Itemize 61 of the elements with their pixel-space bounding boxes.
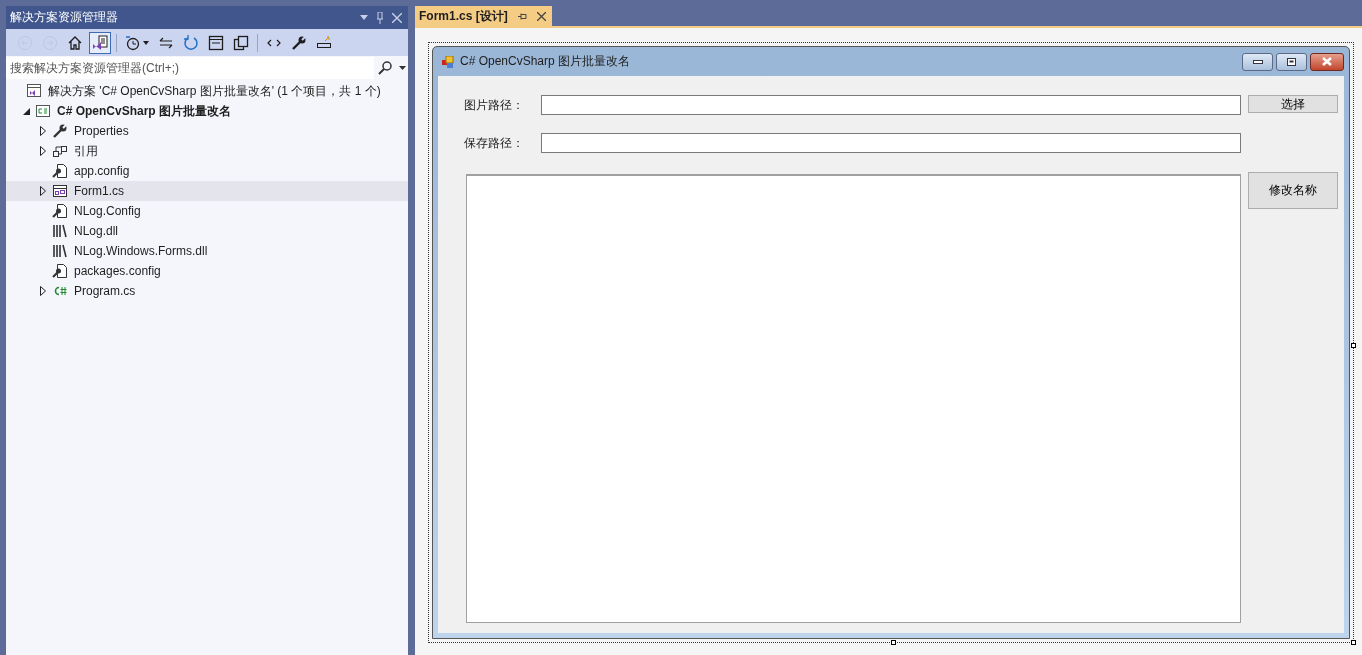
resize-handle[interactable] <box>1351 640 1356 645</box>
collapsed-arrow-icon[interactable] <box>40 146 46 156</box>
field-label: 保存路径： <box>464 135 525 152</box>
solution-icon <box>26 83 42 99</box>
tree-item[interactable]: Form1.cs <box>6 181 408 201</box>
field-label: 图片路径： <box>464 97 525 114</box>
tab-label: Form1.cs [设计] <box>419 7 508 25</box>
tree-item[interactable]: packages.config <box>6 261 408 281</box>
tree-item[interactable]: NLog.dll <box>6 221 408 241</box>
text-field[interactable] <box>541 133 1241 153</box>
library-icon <box>52 243 68 259</box>
maximize-button[interactable] <box>1276 52 1307 71</box>
close-button[interactable] <box>1310 52 1344 71</box>
collapsed-arrow-icon[interactable] <box>40 126 46 136</box>
minimize-icon <box>1252 59 1263 64</box>
tree-item[interactable]: app.config <box>6 161 408 181</box>
maximize-icon <box>1287 57 1296 66</box>
preview-icon <box>316 34 332 51</box>
resize-handle[interactable] <box>1351 342 1356 348</box>
close-icon <box>1321 57 1333 66</box>
form-icon <box>52 183 68 199</box>
references-icon <box>52 143 68 159</box>
search-field[interactable]: 搜索解决方案资源管理器(Ctrl+;) <box>6 57 374 79</box>
library-icon <box>52 223 68 239</box>
tree-item[interactable]: Properties <box>6 121 408 141</box>
tree-item[interactable]: 引用 <box>6 141 408 161</box>
pin-icon[interactable] <box>517 12 527 20</box>
csharp-project-icon <box>35 103 51 119</box>
collapsed-arrow-icon[interactable] <box>40 186 46 196</box>
dropdown-icon <box>143 40 149 45</box>
expanded-arrow-icon[interactable] <box>22 107 30 115</box>
dropdown-icon[interactable] <box>399 66 406 70</box>
panel-title: 解决方案资源管理器 <box>10 9 119 26</box>
config-file-icon <box>52 263 68 279</box>
refresh-icon <box>183 34 199 51</box>
resize-handle[interactable] <box>891 640 896 645</box>
tree-item[interactable]: NLog.Config <box>6 201 408 221</box>
tree-item[interactable]: Program.cs <box>6 281 408 301</box>
text-field[interactable] <box>541 95 1241 115</box>
tree-item[interactable]: C# OpenCvSharp 图片批量改名 <box>6 101 408 121</box>
document-button[interactable] <box>89 31 111 54</box>
copy-icon <box>233 34 249 51</box>
document-icon <box>92 34 108 51</box>
tree-item[interactable]: NLog.Windows.Forms.dll <box>6 241 408 261</box>
search-icon[interactable] <box>378 61 392 75</box>
config-file-icon <box>52 203 68 219</box>
tree-item[interactable]: 解决方案 'C# OpenCvSharp 图片批量改名' (1 个项目，共 1 个) <box>6 81 408 101</box>
minimize-button[interactable] <box>1242 52 1273 71</box>
config-file-icon <box>52 163 68 179</box>
app-icon <box>442 55 454 68</box>
close-icon[interactable] <box>536 11 546 21</box>
collapsed-arrow-icon[interactable] <box>40 286 46 296</box>
document-tab[interactable]: Form1.cs [设计] <box>415 6 552 26</box>
form-title: C# OpenCvSharp 图片批量改名 <box>460 53 632 70</box>
clock-icon <box>125 34 141 51</box>
wrench-icon <box>52 123 68 139</box>
browse-button[interactable]: 选择 <box>1248 95 1338 113</box>
collapse-all-icon <box>208 34 224 51</box>
home-icon <box>67 34 83 51</box>
rename-button[interactable]: 修改名称 <box>1248 172 1338 209</box>
wrench-icon <box>291 34 307 51</box>
